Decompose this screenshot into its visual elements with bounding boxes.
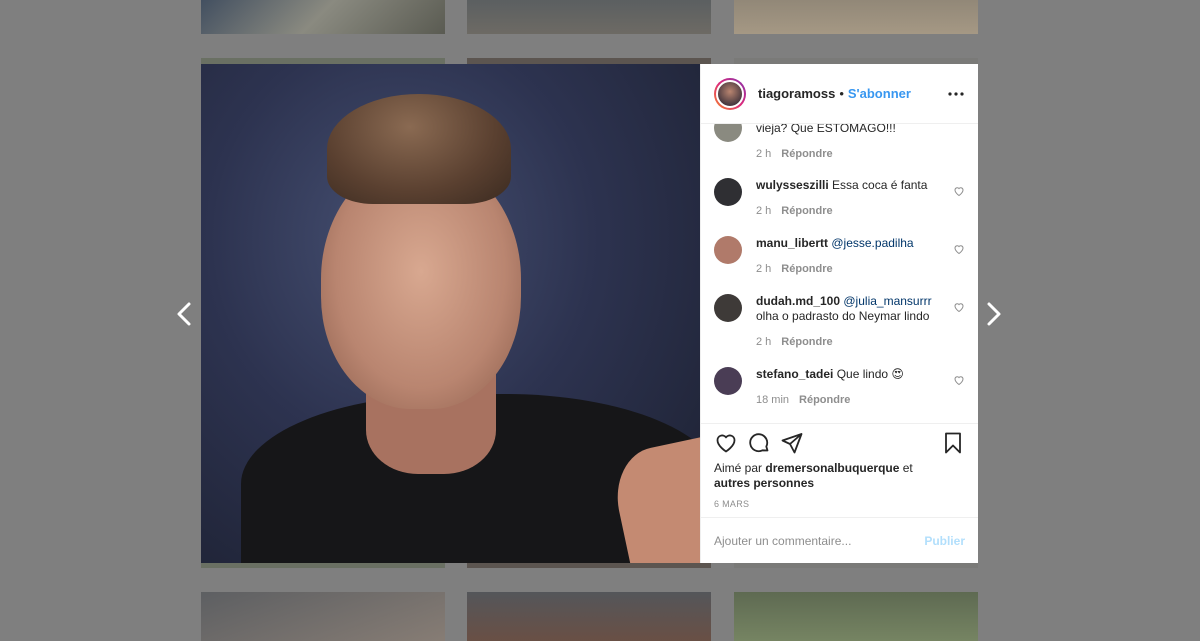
comment-item: vieja? Que ESTOMAGO!!! 2 h Répondre: [714, 124, 965, 162]
avatar[interactable]: [714, 77, 746, 110]
comment-item: dudah.md_100 @julia_mansurrr olha o padr…: [714, 294, 965, 350]
reply-button[interactable]: Répondre: [781, 336, 832, 348]
comment-time: 2 h: [756, 336, 772, 348]
comment-avatar[interactable]: [714, 294, 742, 322]
comment-avatar[interactable]: [714, 236, 742, 264]
grid-thumbnail[interactable]: [467, 0, 711, 34]
post-photo[interactable]: [201, 64, 700, 563]
comment-text: vieja? Que ESTOMAGO!!!: [756, 124, 896, 135]
share-icon[interactable]: [780, 431, 804, 455]
comment-time: 2 h: [756, 205, 772, 217]
grid-thumbnail[interactable]: [467, 592, 711, 641]
grid-thumbnail[interactable]: [201, 0, 445, 34]
likes-joiner: et: [902, 461, 913, 475]
next-post-button[interactable]: [982, 300, 1006, 328]
reply-button[interactable]: Répondre: [781, 205, 832, 217]
comment-text: Essa coca é fanta: [832, 178, 928, 192]
post-header: tiagoramoss • S'abonner: [701, 64, 978, 124]
others-link[interactable]: autres personnes: [714, 476, 814, 490]
like-comment-icon[interactable]: [953, 301, 965, 313]
like-comment-icon[interactable]: [953, 185, 965, 197]
grid-thumbnail[interactable]: [201, 592, 445, 641]
likes-summary: Aimé par dremersonalbuquerque et autres …: [701, 461, 978, 491]
previous-post-button[interactable]: [172, 300, 196, 328]
post-username[interactable]: tiagoramoss: [758, 86, 835, 101]
post-date: 6 MARS: [714, 499, 750, 509]
reply-button[interactable]: Répondre: [799, 394, 850, 406]
comment-item: stefano_tadei Que lindo 😍 18 min Répondre: [714, 367, 965, 408]
comment-avatar[interactable]: [714, 367, 742, 395]
comment-text: Que lindo 😍: [836, 367, 904, 381]
comment-item: manu_libertt @jesse.padilha 2 h Répondre: [714, 236, 965, 277]
post-modal: tiagoramoss • S'abonner vieja? Que ESTOM…: [201, 64, 978, 563]
comment-mention[interactable]: @julia_mansurrr: [843, 294, 931, 308]
bookmark-icon[interactable]: [941, 431, 965, 455]
comment-time: 2 h: [756, 263, 772, 275]
comment-text: olha o padrasto do Neymar lindo: [756, 309, 930, 323]
post-comment-button[interactable]: Publier: [924, 534, 965, 548]
grid-thumbnail[interactable]: [734, 592, 978, 641]
comment-time: 2 h: [756, 148, 772, 160]
comment-username[interactable]: manu_libertt: [756, 236, 828, 250]
reply-button[interactable]: Répondre: [781, 263, 832, 275]
follow-button[interactable]: S'abonner: [848, 86, 911, 101]
heart-icon[interactable]: [714, 431, 738, 455]
comment-username[interactable]: wulysseszilli: [756, 178, 829, 192]
comment-avatar[interactable]: [714, 178, 742, 206]
post-side-panel: tiagoramoss • S'abonner vieja? Que ESTOM…: [700, 64, 978, 563]
comment-list[interactable]: vieja? Que ESTOMAGO!!! 2 h Répondre wulys…: [701, 124, 978, 423]
comment-item: wulysseszilli Essa coca é fanta 2 h Répon…: [714, 178, 965, 219]
comment-input[interactable]: [714, 533, 925, 548]
comment-mention[interactable]: @jesse.padilha: [831, 236, 913, 250]
liker-username[interactable]: dremersonalbuquerque: [765, 461, 899, 475]
comment-icon[interactable]: [747, 431, 771, 455]
comment-time: 18 min: [756, 394, 790, 406]
more-options-button[interactable]: [947, 85, 965, 103]
grid-thumbnail[interactable]: [734, 0, 978, 34]
post-actions: [701, 423, 978, 461]
separator-dot: •: [839, 86, 844, 101]
chevron-right-icon: [987, 302, 1001, 326]
reply-button[interactable]: Répondre: [781, 148, 832, 160]
comment-username[interactable]: stefano_tadei: [756, 367, 833, 381]
comment-avatar[interactable]: [714, 124, 742, 142]
like-comment-icon[interactable]: [953, 243, 965, 255]
more-horizontal-icon: [948, 91, 964, 96]
comment-username[interactable]: dudah.md_100: [756, 294, 840, 308]
like-comment-icon[interactable]: [953, 374, 965, 386]
add-comment-bar: Publier: [701, 517, 978, 563]
likes-prefix: Aimé par: [714, 461, 763, 475]
chevron-left-icon: [177, 302, 191, 326]
